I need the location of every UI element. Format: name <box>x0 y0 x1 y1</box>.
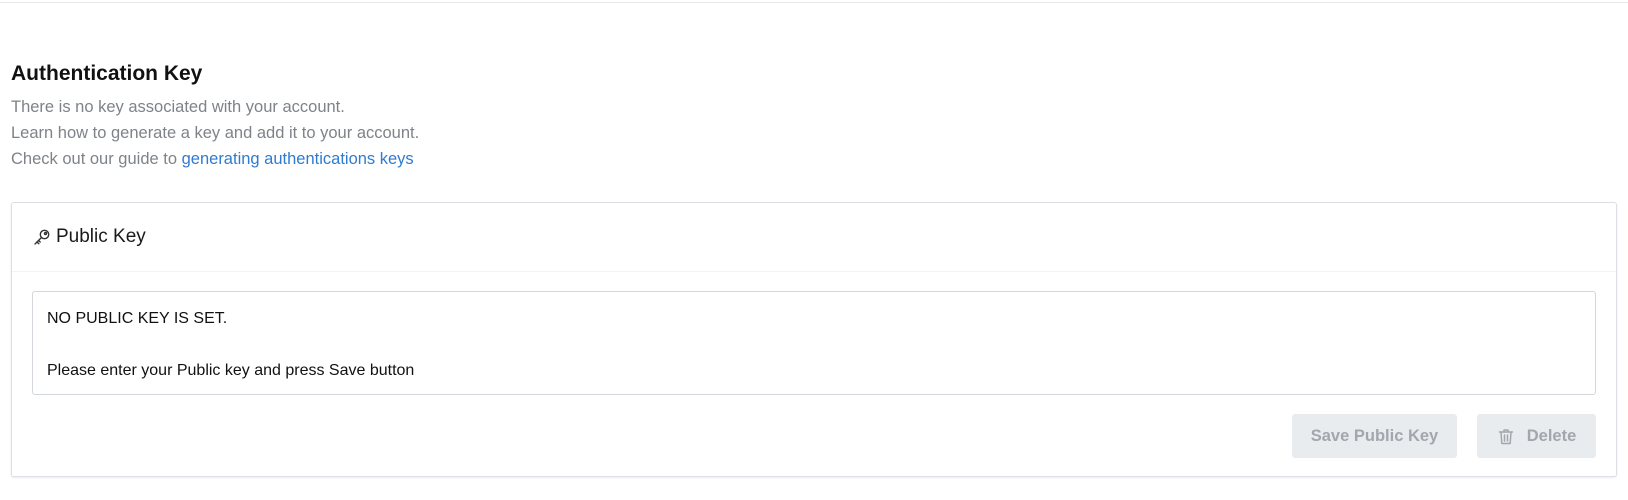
card-actions: Save Public Key Delete <box>1292 414 1596 458</box>
key-status-text: NO PUBLIC KEY IS SET. <box>47 310 228 327</box>
section-title: Authentication Key <box>11 62 203 85</box>
guide-line: Check out our guide to generating authen… <box>11 146 1617 172</box>
description-line-1: There is no key associated with your acc… <box>11 98 345 116</box>
guide-link[interactable]: generating authentications keys <box>182 150 414 168</box>
delete-button[interactable]: Delete <box>1477 414 1596 458</box>
save-public-key-button[interactable]: Save Public Key <box>1292 414 1457 458</box>
authentication-key-section: Authentication Key There is no key assoc… <box>11 60 1617 172</box>
trash-icon <box>1497 427 1515 445</box>
guide-prefix: Check out our guide to <box>11 150 182 168</box>
public-key-card: Public Key NO PUBLIC KEY IS SET. Please e… <box>11 202 1617 477</box>
key-icon <box>32 227 52 247</box>
card-header: Public Key <box>12 203 1616 272</box>
card-title: Public Key <box>56 226 146 247</box>
public-key-textarea[interactable]: NO PUBLIC KEY IS SET. Please enter your P… <box>32 291 1596 395</box>
top-divider <box>0 0 1628 3</box>
key-instruction-text: Please enter your Public key and press S… <box>47 362 415 379</box>
description-line-2: Learn how to generate a key and add it t… <box>11 124 420 142</box>
save-button-label: Save Public Key <box>1310 426 1439 445</box>
delete-button-label: Delete <box>1526 426 1577 445</box>
